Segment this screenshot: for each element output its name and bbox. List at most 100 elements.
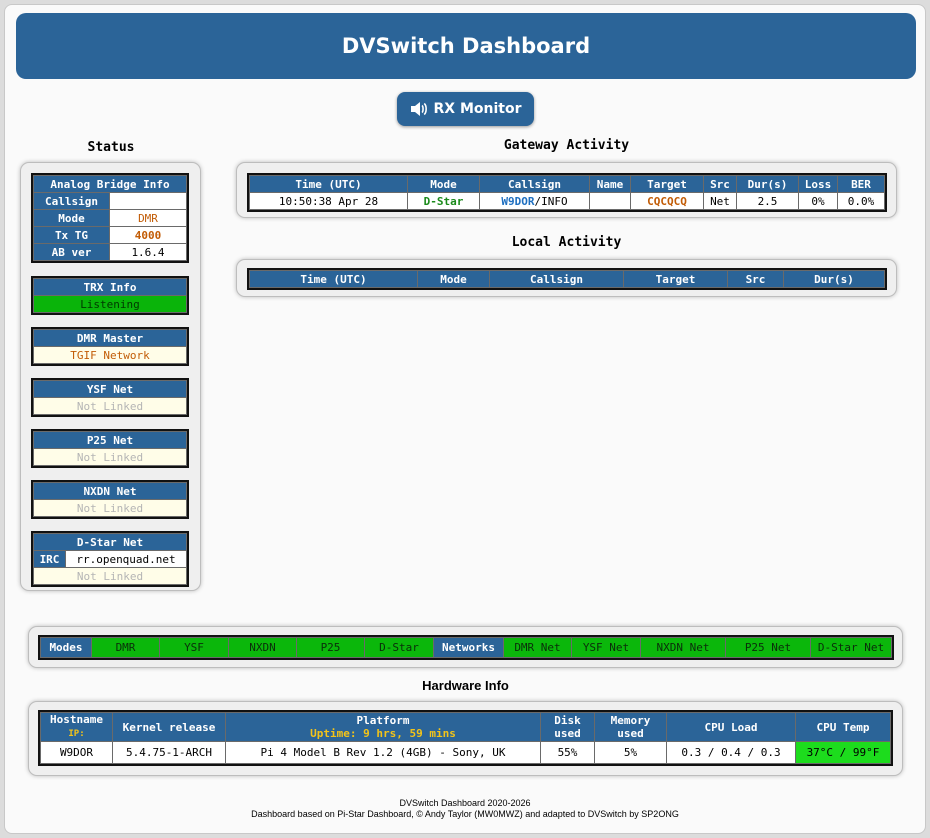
table-row: 10:50:38 Apr 28 D-Star W9DOR/INFO CQCQCQ…: [249, 192, 885, 210]
dstar-net-title: D-Star Net: [33, 533, 187, 551]
hw-col-disk: Disk used: [540, 712, 595, 742]
hw-hostname: W9DOR: [40, 741, 113, 764]
gw-col-name: Name: [589, 175, 631, 193]
modes-label: Modes: [40, 637, 92, 658]
local-col-target: Target: [623, 270, 728, 288]
dstar-irc-label: IRC: [33, 550, 66, 568]
ab-value-txtg: 4000: [109, 226, 187, 244]
network-ysf: YSF Net: [571, 637, 641, 658]
local-col-src: Src: [727, 270, 784, 288]
hw-col-cpu-temp: CPU Temp: [795, 712, 891, 742]
page-title: DVSwitch Dashboard: [341, 34, 591, 58]
gateway-table: Time (UTC) Mode Callsign Name Target Src…: [247, 173, 887, 212]
gw-callsign-cell: W9DOR/INFO: [479, 192, 590, 210]
modes-table: Modes DMR YSF NXDN P25 D-Star Networks D…: [38, 635, 894, 660]
local-col-dur: Dur(s): [783, 270, 885, 288]
gw-callsign-suffix: /INFO: [534, 194, 568, 208]
hw-col-memory: Memory used: [594, 712, 667, 742]
hw-kernel: 5.4.75-1-ARCH: [112, 741, 226, 764]
dashboard-header: DVSwitch Dashboard: [16, 13, 916, 79]
rx-monitor-button[interactable]: RX Monitor: [397, 92, 534, 126]
local-activity-title: Local Activity: [511, 235, 622, 250]
hw-col-kernel: Kernel release: [112, 712, 226, 742]
ab-label-abver: AB ver: [33, 243, 110, 261]
local-table: Time (UTC) Mode Callsign Target Src Dur(…: [247, 268, 887, 290]
gw-dur: 2.5: [736, 192, 799, 210]
nxdn-net-box: NXDN Net Not Linked: [31, 480, 189, 519]
dstar-irc-value: rr.openquad.net: [65, 550, 187, 568]
hw-uptime: Uptime: 9 hrs, 59 mins: [310, 727, 456, 740]
p25-net-title: P25 Net: [33, 431, 187, 449]
ab-value-callsign: [109, 192, 187, 210]
ysf-net-value: Not Linked: [33, 397, 187, 415]
gw-col-ber: BER: [837, 175, 885, 193]
network-p25: P25 Net: [725, 637, 811, 658]
gateway-activity-title: Gateway Activity: [503, 138, 630, 153]
hardware-table: Hostname IP: Kernel release Platform Uptim…: [38, 710, 893, 766]
speaker-icon: [410, 102, 427, 116]
gw-src: Net: [703, 192, 737, 210]
trx-info-title: TRX Info: [33, 278, 187, 296]
rx-monitor-label: RX Monitor: [433, 101, 522, 117]
network-nxdn: NXDN Net: [640, 637, 726, 658]
hw-cpu-temp: 37°C / 99°F: [795, 741, 891, 764]
hw-platform: Pi 4 Model B Rev 1.2 (4GB) - Sony, UK: [225, 741, 541, 764]
gw-col-mode: Mode: [407, 175, 480, 193]
dmr-master-title: DMR Master: [33, 329, 187, 347]
gw-col-src: Src: [703, 175, 737, 193]
ab-value-abver: 1.6.4: [109, 243, 187, 261]
hw-col-cpu-load: CPU Load: [666, 712, 796, 742]
gw-col-loss: Loss: [798, 175, 838, 193]
gw-col-callsign: Callsign: [479, 175, 590, 193]
gw-ber: 0.0%: [837, 192, 885, 210]
dstar-net-box: D-Star Net IRC rr.openquad.net Not Linked: [31, 531, 189, 587]
nxdn-net-value: Not Linked: [33, 499, 187, 517]
hw-cpu-load: 0.3 / 0.4 / 0.3: [666, 741, 796, 764]
p25-net-value: Not Linked: [33, 448, 187, 466]
table-row: W9DOR 5.4.75-1-ARCH Pi 4 Model B Rev 1.2…: [40, 741, 891, 764]
mode-p25: P25: [296, 637, 365, 658]
hw-ip-label: IP:: [68, 729, 85, 739]
analog-bridge-box: Analog Bridge Info Callsign Mode DMR Tx T…: [31, 173, 189, 263]
trx-status: Listening: [33, 295, 187, 313]
gw-name: [589, 192, 631, 210]
dmr-master-value: TGIF Network: [33, 346, 187, 364]
networks-label: Networks: [433, 637, 504, 658]
hw-col-platform: Platform Uptime: 9 hrs, 59 mins: [225, 712, 541, 742]
mode-dmr: DMR: [91, 637, 160, 658]
footer-line1: DVSwitch Dashboard 2020-2026: [399, 798, 531, 808]
local-col-callsign: Callsign: [489, 270, 624, 288]
gw-loss: 0%: [798, 192, 838, 210]
mode-ysf: YSF: [159, 637, 229, 658]
status-title: Status: [87, 140, 135, 155]
network-dstar: D-Star Net: [810, 637, 892, 658]
gw-time: 10:50:38 Apr 28: [249, 192, 408, 210]
analog-bridge-title: Analog Bridge Info: [33, 175, 187, 193]
ysf-net-box: YSF Net Not Linked: [31, 378, 189, 417]
gw-target: CQCQCQ: [630, 192, 704, 210]
hw-disk: 55%: [540, 741, 595, 764]
hardware-info-title: Hardware Info: [422, 678, 509, 693]
ysf-net-title: YSF Net: [33, 380, 187, 398]
ab-label-txtg: Tx TG: [33, 226, 110, 244]
ab-label-mode: Mode: [33, 209, 110, 227]
network-dmr: DMR Net: [503, 637, 572, 658]
local-col-time: Time (UTC): [249, 270, 418, 288]
dstar-net-value: Not Linked: [33, 567, 187, 585]
hw-memory: 5%: [594, 741, 667, 764]
ab-value-mode: DMR: [109, 209, 187, 227]
mode-dstar: D-Star: [364, 637, 434, 658]
gw-col-dur: Dur(s): [736, 175, 799, 193]
footer-line2: Dashboard based on Pi-Star Dashboard, © …: [251, 809, 679, 819]
mode-nxdn: NXDN: [228, 637, 297, 658]
local-col-mode: Mode: [417, 270, 490, 288]
dmr-master-box: DMR Master TGIF Network: [31, 327, 189, 366]
gw-callsign-link[interactable]: W9DOR: [501, 195, 534, 208]
gw-mode: D-Star: [407, 192, 480, 210]
gw-col-target: Target: [630, 175, 704, 193]
p25-net-box: P25 Net Not Linked: [31, 429, 189, 468]
nxdn-net-title: NXDN Net: [33, 482, 187, 500]
trx-info-box: TRX Info Listening: [31, 276, 189, 315]
gw-col-time: Time (UTC): [249, 175, 408, 193]
hw-col-hostname: Hostname IP:: [40, 712, 113, 742]
